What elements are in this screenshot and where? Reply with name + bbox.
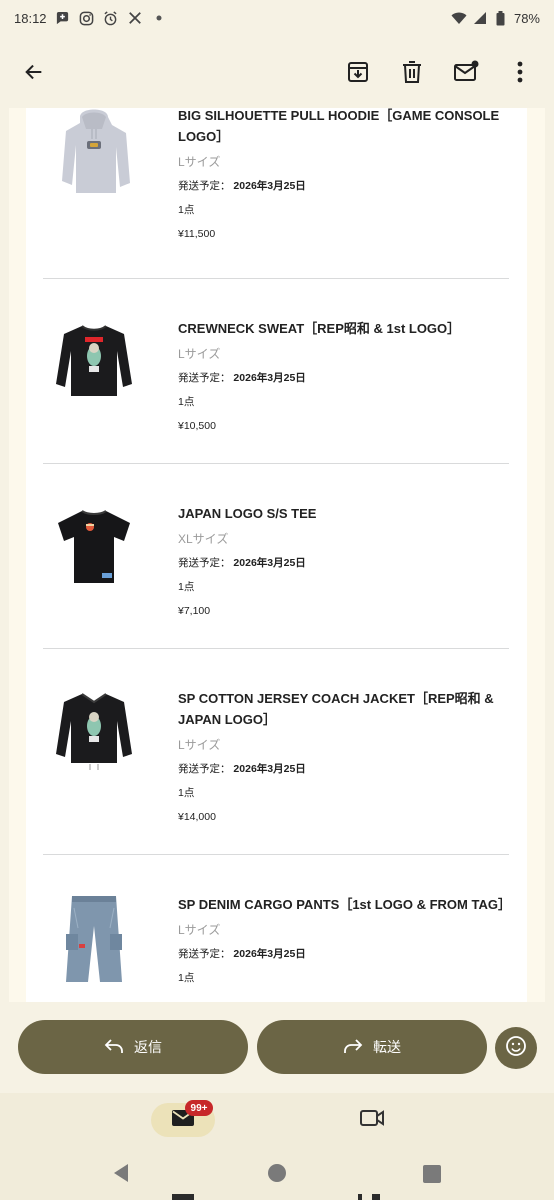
reply-button[interactable]: 返信 <box>18 1020 248 1074</box>
order-item-list: BIG SILHOUETTE PULL HOODIE［GAME CONSOLE … <box>26 108 527 1002</box>
partial-element <box>172 1194 194 1200</box>
ship-date: 発送予定： 2026年3月25日 <box>178 948 306 960</box>
wifi-icon <box>451 10 467 26</box>
battery-icon <box>493 10 509 26</box>
reply-label: 返信 <box>134 1039 162 1055</box>
product-name[interactable]: SP COTTON JERSEY COACH JACKET［REP昭和 & JA… <box>178 688 508 730</box>
ship-date: 発送予定： 2026年3月25日 <box>178 763 306 775</box>
emoji-reaction-button[interactable] <box>495 1027 537 1069</box>
nav-mail-tab[interactable]: 99+ <box>151 1100 215 1137</box>
signal-icon <box>472 10 488 26</box>
product-size: Lサイズ <box>178 347 221 361</box>
product-size: Lサイズ <box>178 738 221 752</box>
product-price: ¥7,100 <box>178 605 211 617</box>
product-quantity: 1点 <box>178 581 195 593</box>
forward-button[interactable]: 転送 <box>257 1020 487 1074</box>
product-image-denim-pants[interactable] <box>52 888 136 988</box>
product-size: XLサイズ <box>178 532 229 546</box>
unread-badge: 99+ <box>185 1100 213 1116</box>
product-size: Lサイズ <box>178 923 221 937</box>
product-name[interactable]: JAPAN LOGO S/S TEE <box>178 503 508 524</box>
reply-icon <box>104 1038 124 1057</box>
product-name[interactable]: SP DENIM CARGO PANTS［1st LOGO & FROM TAG… <box>178 894 511 915</box>
battery-percent: 78% <box>513 10 540 26</box>
product-name[interactable]: CREWNECK SWEAT［REP昭和 & 1st LOGO］ <box>178 318 508 339</box>
partial-element <box>372 1194 380 1200</box>
system-home-icon[interactable] <box>267 1163 287 1188</box>
smiley-icon <box>505 1035 527 1062</box>
divider <box>43 278 509 279</box>
product-name[interactable]: BIG SILHOUETTE PULL HOODIE［GAME CONSOLE … <box>178 108 508 147</box>
product-image-hoodie[interactable] <box>52 108 136 203</box>
top-app-bar <box>0 36 554 108</box>
product-image-crewneck[interactable] <box>52 312 136 412</box>
video-camera-icon <box>359 1108 385 1133</box>
clock: 18:12 <box>14 10 47 26</box>
mark-unread-icon[interactable] <box>446 52 486 92</box>
product-quantity: 1点 <box>178 204 195 216</box>
ship-date: 発送予定： 2026年3月25日 <box>178 372 306 384</box>
dot-icon <box>151 10 167 26</box>
ship-date: 発送予定： 2026年3月25日 <box>178 557 306 569</box>
divider <box>43 854 509 855</box>
forward-label: 転送 <box>373 1039 401 1055</box>
product-price: ¥14,000 <box>178 811 216 823</box>
archive-icon[interactable] <box>338 52 378 92</box>
product-size: Lサイズ <box>178 155 221 169</box>
ship-date: 発送予定： 2026年3月25日 <box>178 180 306 192</box>
system-navigation-bar <box>0 1145 554 1200</box>
system-recents-icon[interactable] <box>423 1165 441 1188</box>
product-image-tee[interactable] <box>52 497 136 597</box>
instagram-icon <box>79 10 95 26</box>
partial-element <box>358 1194 362 1200</box>
status-bar: 18:12 78% <box>0 0 554 36</box>
forward-icon <box>343 1038 363 1057</box>
product-quantity: 1点 <box>178 787 195 799</box>
divider <box>43 648 509 649</box>
more-icon[interactable] <box>500 52 540 92</box>
reply-actions: 返信 転送 <box>0 1020 554 1076</box>
product-quantity: 1点 <box>178 396 195 408</box>
product-quantity: 1点 <box>178 972 195 984</box>
bottom-navigation: 99+ <box>0 1093 554 1145</box>
system-back-icon[interactable] <box>112 1163 130 1188</box>
email-body[interactable]: BIG SILHOUETTE PULL HOODIE［GAME CONSOLE … <box>9 108 545 1002</box>
divider <box>43 463 509 464</box>
alarm-icon <box>103 10 119 26</box>
x-icon <box>127 10 143 26</box>
product-image-jacket[interactable] <box>52 682 136 782</box>
chat-plus-icon <box>55 10 71 26</box>
nav-meet-tab[interactable] <box>350 1103 394 1137</box>
back-arrow-icon[interactable] <box>14 52 54 92</box>
product-price: ¥11,500 <box>178 228 216 240</box>
product-price: ¥10,500 <box>178 420 216 432</box>
delete-icon[interactable] <box>392 52 432 92</box>
